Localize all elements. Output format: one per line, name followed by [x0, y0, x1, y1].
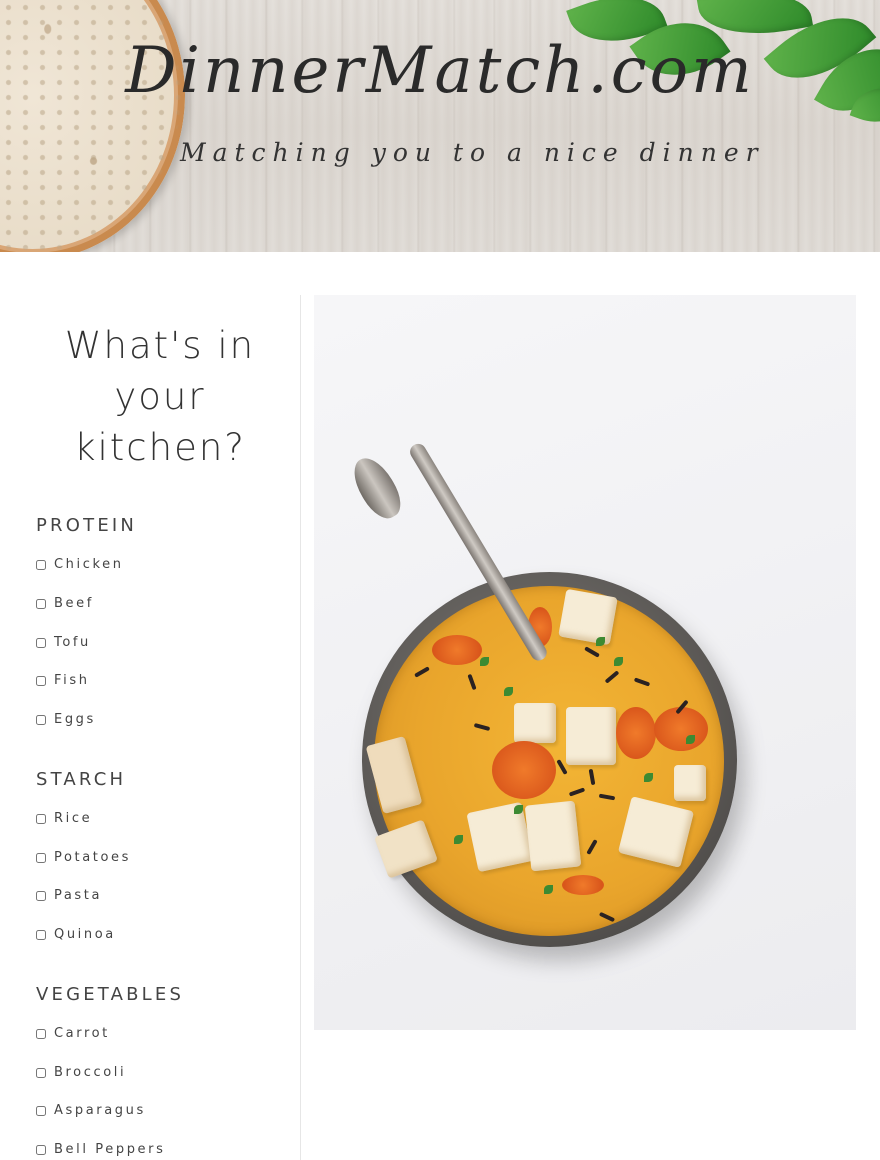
- tofu-piece: [566, 707, 616, 765]
- herb-leaf: [596, 637, 605, 646]
- option-beef[interactable]: Beef: [36, 596, 94, 611]
- option-label: Tofu: [54, 635, 91, 650]
- option-broccoli[interactable]: Broccoli: [36, 1065, 126, 1080]
- checkbox-pasta[interactable]: [36, 890, 46, 901]
- herb-leaf: [480, 657, 489, 666]
- tofu-piece: [524, 800, 582, 872]
- option-label: Chicken: [54, 557, 124, 572]
- site-title[interactable]: DinnerMatch.com: [0, 34, 880, 108]
- option-asparagus[interactable]: Asparagus: [36, 1103, 146, 1118]
- herb-leaf: [454, 835, 463, 844]
- section-title-vegetables: VEGETABLES: [36, 984, 185, 1005]
- carrot-slice: [562, 875, 604, 895]
- ingredient-sidebar: What's in your kitchen? PROTEIN Chicken …: [0, 295, 301, 1160]
- herb-leaf: [644, 773, 653, 782]
- checkbox-quinoa[interactable]: [36, 929, 46, 940]
- tofu-piece: [466, 801, 534, 873]
- checkbox-fish[interactable]: [36, 675, 46, 686]
- checkbox-chicken[interactable]: [36, 559, 46, 570]
- checkbox-tofu[interactable]: [36, 637, 46, 648]
- option-potatoes[interactable]: Potatoes: [36, 850, 131, 865]
- site-tagline: Matching you to a nice dinner: [180, 138, 765, 167]
- option-label: Fish: [54, 673, 90, 688]
- checkbox-broccoli[interactable]: [36, 1067, 46, 1078]
- herb-leaf: [504, 687, 513, 696]
- option-label: Bell Peppers: [54, 1142, 166, 1157]
- option-label: Pasta: [54, 888, 103, 903]
- tofu-piece: [558, 588, 618, 646]
- option-quinoa[interactable]: Quinoa: [36, 927, 116, 942]
- checkbox-eggs[interactable]: [36, 714, 46, 725]
- spoon-end: [345, 450, 409, 526]
- checkbox-carrot[interactable]: [36, 1028, 46, 1039]
- option-label: Rice: [54, 811, 93, 826]
- carrot-slice: [654, 707, 708, 751]
- sidebar-heading: What's in your kitchen?: [64, 324, 256, 469]
- option-label: Eggs: [54, 712, 96, 727]
- option-chicken[interactable]: Chicken: [36, 557, 124, 572]
- herb-leaf: [686, 735, 695, 744]
- carrot-slice: [432, 635, 482, 665]
- option-label: Potatoes: [54, 850, 132, 865]
- section-title-protein: PROTEIN: [36, 515, 138, 536]
- option-tofu[interactable]: Tofu: [36, 635, 91, 650]
- option-label: Asparagus: [54, 1103, 146, 1118]
- option-eggs[interactable]: Eggs: [36, 712, 96, 727]
- option-label: Quinoa: [54, 927, 116, 942]
- tofu-piece: [514, 703, 556, 743]
- checkbox-asparagus[interactable]: [36, 1105, 46, 1116]
- carrot-slice: [492, 741, 556, 799]
- option-rice[interactable]: Rice: [36, 811, 92, 826]
- option-label: Beef: [54, 596, 94, 611]
- option-bell-peppers[interactable]: Bell Peppers: [36, 1142, 165, 1157]
- section-title-starch: STARCH: [36, 769, 127, 790]
- tofu-piece: [674, 765, 706, 801]
- checkbox-beef[interactable]: [36, 598, 46, 609]
- option-carrot[interactable]: Carrot: [36, 1026, 110, 1041]
- option-pasta[interactable]: Pasta: [36, 888, 102, 903]
- checkbox-potatoes[interactable]: [36, 852, 46, 863]
- option-label: Broccoli: [54, 1065, 127, 1080]
- herb-leaf: [544, 885, 553, 894]
- option-fish[interactable]: Fish: [36, 673, 90, 688]
- header-banner: DinnerMatch.com Matching you to a nice d…: [0, 0, 880, 252]
- carrot-slice: [616, 707, 656, 759]
- checkbox-rice[interactable]: [36, 813, 46, 824]
- herb-leaf: [614, 657, 623, 666]
- food-photo: [314, 295, 856, 1030]
- herb-leaf: [514, 805, 523, 814]
- option-label: Carrot: [54, 1026, 110, 1041]
- checkbox-bell-peppers[interactable]: [36, 1144, 46, 1155]
